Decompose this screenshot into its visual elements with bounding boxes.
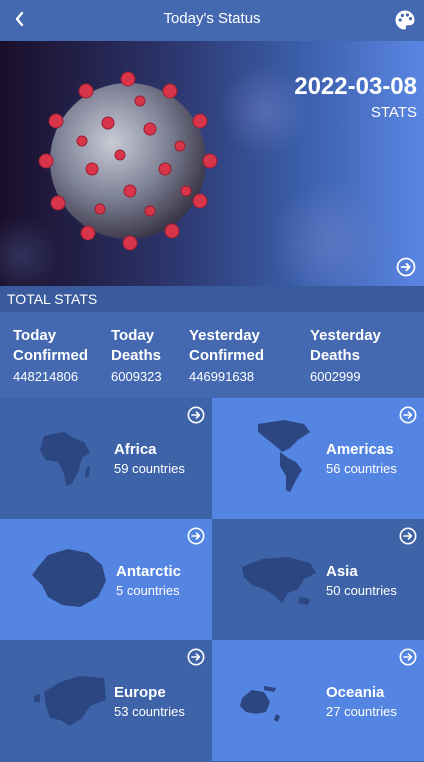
region-name: Americas [326, 441, 394, 458]
total-stats-heading: TOTAL STATS [7, 291, 98, 307]
region-name: Oceania [326, 684, 385, 701]
region-name: Africa [114, 441, 157, 458]
region-name: Asia [326, 563, 358, 580]
region-tile-oceania[interactable]: Oceania 27 countries [212, 640, 424, 761]
hero-banner[interactable]: 2022-03-08 STATS [0, 41, 424, 286]
stat-label: Yesterday Deaths [310, 327, 381, 364]
stat-today-confirmed: Today Confirmed 448214806 [13, 326, 103, 384]
app-bar: Today's Status [0, 0, 424, 41]
region-count: 59 countries [114, 461, 185, 476]
stat-label: Yesterday Confirmed [189, 327, 264, 364]
page-title: Today's Status [163, 10, 261, 27]
region-tile-americas[interactable]: Americas 56 countries [212, 398, 424, 519]
stat-value: 448214806 [13, 369, 79, 384]
region-count: 27 countries [326, 704, 397, 719]
africa-map-icon [40, 432, 90, 486]
region-tile-africa[interactable]: Africa 59 countries [0, 398, 212, 519]
stat-label: Today Deaths [111, 327, 162, 364]
arrow-circle-right-icon[interactable] [187, 406, 205, 424]
arrow-circle-right-icon[interactable] [396, 257, 416, 277]
region-count: 5 countries [116, 583, 180, 598]
asia-map-icon [242, 557, 316, 605]
stat-value: 446991638 [189, 369, 255, 384]
arrow-circle-right-icon[interactable] [187, 527, 205, 545]
stat-today-deaths: Today Deaths 6009323 [111, 326, 171, 384]
hero-date: 2022-03-08 [294, 73, 417, 100]
arrow-circle-right-icon[interactable] [399, 648, 417, 666]
region-count: 50 countries [326, 583, 397, 598]
region-name: Antarctic [116, 563, 182, 580]
total-stats-panel: Today Confirmed 448214806 Today Deaths 6… [0, 312, 424, 398]
total-stats-header: TOTAL STATS [0, 286, 424, 312]
arrow-circle-right-icon[interactable] [399, 406, 417, 424]
stat-yesterday-confirmed: Yesterday Confirmed 446991638 [189, 326, 279, 384]
stat-value: 6002999 [310, 369, 361, 384]
region-tile-asia[interactable]: Asia 50 countries [212, 519, 424, 640]
oceania-map-icon [240, 686, 280, 722]
region-count: 56 countries [326, 461, 397, 476]
arrow-circle-right-icon[interactable] [399, 527, 417, 545]
hero-caption: STATS [370, 104, 417, 121]
antarctic-map-icon [32, 549, 106, 607]
region-name: Europe [114, 684, 166, 701]
stat-yesterday-deaths: Yesterday Deaths 6002999 [310, 326, 400, 384]
palette-icon[interactable] [394, 9, 416, 31]
arrow-circle-right-icon[interactable] [187, 648, 205, 666]
americas-map-icon [258, 420, 310, 492]
region-tile-europe[interactable]: Europe 53 countries [0, 640, 212, 761]
stat-label: Today Confirmed [13, 327, 88, 364]
region-tile-antarctic[interactable]: Antarctic 5 countries [0, 519, 212, 640]
stat-value: 6009323 [111, 369, 162, 384]
region-count: 53 countries [114, 704, 185, 719]
europe-map-icon [34, 676, 106, 726]
